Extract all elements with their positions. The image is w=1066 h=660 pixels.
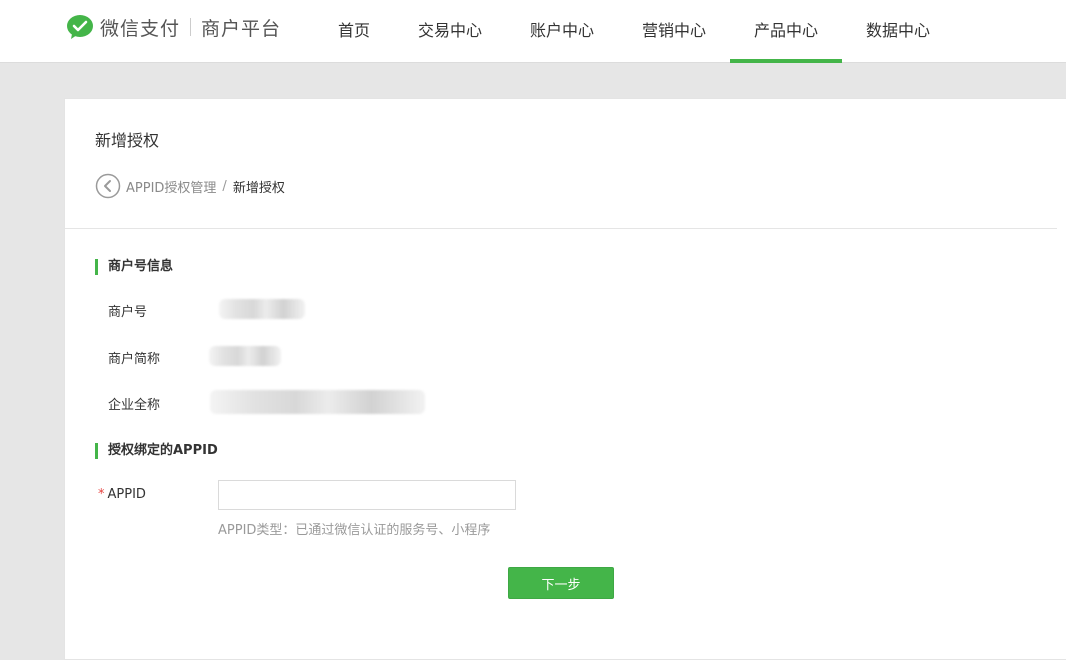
merchant-short-name-label: 商户简称 — [108, 352, 161, 367]
brand-name: 微信支付 — [100, 17, 181, 40]
brand-divider — [190, 18, 192, 36]
appid-label: APPID — [107, 487, 146, 502]
company-full-name-label: 企业全称 — [108, 398, 161, 413]
brand-subtitle: 商户平台 — [201, 17, 282, 40]
merchant-id-value-redacted — [219, 299, 305, 319]
top-navigation-bar: 微信支付 商户平台 首页 交易中心 账户中心 营销中心 产品中心 数据中心 — [0, 0, 1066, 63]
nav-transaction-center[interactable]: 交易中心 — [418, 0, 482, 62]
breadcrumb-current: 新增授权 — [232, 180, 285, 196]
appid-input[interactable] — [218, 480, 516, 510]
nav-account-center[interactable]: 账户中心 — [530, 0, 594, 62]
merchant-short-name-value-redacted — [209, 346, 281, 366]
nav-data-center[interactable]: 数据中心 — [866, 0, 930, 62]
appid-section-title: 授权绑定的APPID — [95, 443, 218, 459]
breadcrumb-parent-link[interactable]: APPID授权管理 — [126, 177, 216, 196]
nav-home[interactable]: 首页 — [338, 0, 370, 62]
brand-logo[interactable]: 微信支付 商户平台 — [66, 14, 281, 40]
appid-type-hint: APPID类型：已通过微信认证的服务号、小程序 — [218, 523, 491, 538]
breadcrumb-separator: / — [222, 178, 227, 194]
next-step-button[interactable]: 下一步 — [508, 567, 614, 599]
header-divider — [65, 228, 1057, 229]
back-arrow-icon[interactable] — [95, 173, 121, 199]
page-title: 新增授权 — [95, 131, 160, 150]
merchant-info-section-title: 商户号信息 — [95, 259, 173, 275]
breadcrumb: APPID授权管理 / 新增授权 — [95, 172, 285, 200]
merchant-id-label: 商户号 — [108, 305, 148, 320]
appid-label-row: * APPID — [98, 487, 146, 502]
nav-product-center[interactable]: 产品中心 — [730, 0, 842, 63]
nav-marketing-center[interactable]: 营销中心 — [642, 0, 706, 62]
wechat-pay-logo-icon — [67, 15, 93, 39]
company-full-name-value-redacted — [210, 390, 425, 414]
content-panel: 新增授权 APPID授权管理 / 新增授权 商户号信息 商户号 商户简称 企业全… — [64, 98, 1066, 660]
required-asterisk: * — [98, 487, 105, 502]
